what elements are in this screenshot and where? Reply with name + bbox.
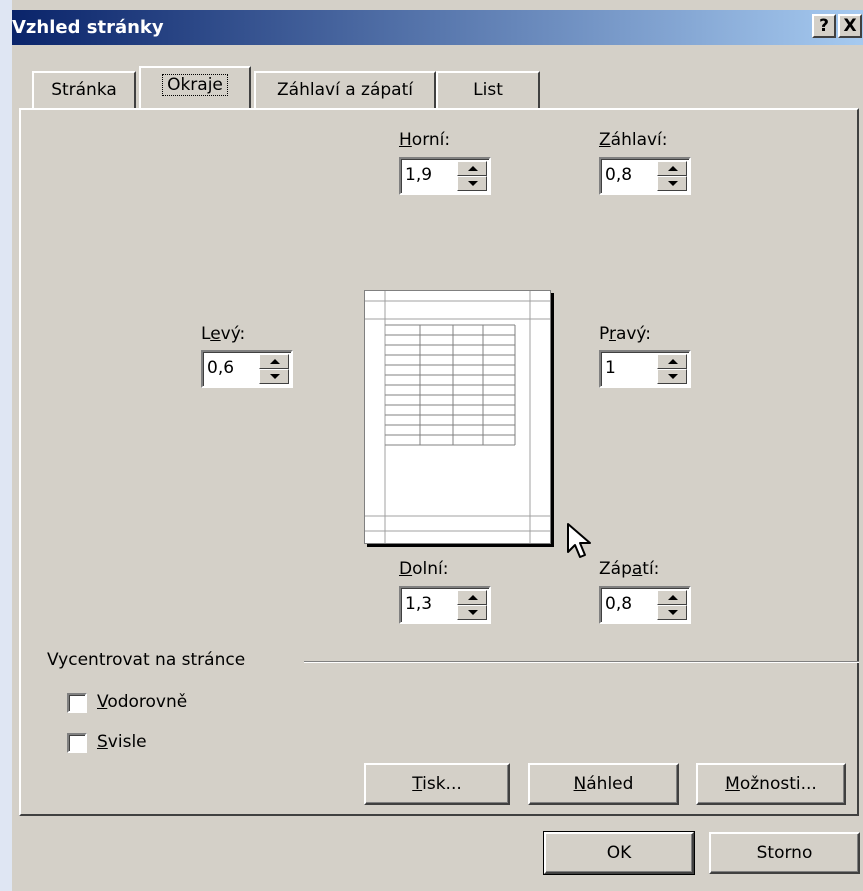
footer-margin-label: Zápatí:	[599, 559, 660, 579]
arrow-down-icon	[468, 610, 478, 615]
arrow-down-icon	[270, 374, 280, 379]
margins-panel: Horní: 1,9 Záhlaví: 0,8 Levý: 0,6 Pravý:…	[19, 108, 859, 816]
ok-button[interactable]: OK	[543, 831, 695, 875]
tab-header-footer-label: Záhlaví a zápatí	[277, 80, 413, 100]
arrow-down-icon	[668, 181, 678, 186]
close-button[interactable]: X	[838, 14, 862, 38]
left-margin-up-button[interactable]	[259, 354, 289, 369]
header-margin-down-button[interactable]	[657, 176, 687, 191]
bottom-margin-value[interactable]: 1,3	[405, 594, 432, 614]
help-button[interactable]: ?	[812, 14, 836, 38]
right-margin-label: Pravý:	[599, 324, 651, 344]
center-group-title: Vycentrovat na stránce	[47, 650, 246, 670]
tab-margins-label: Okraje	[162, 74, 228, 96]
left-margin-down-button[interactable]	[259, 369, 289, 384]
background-window-edge	[0, 0, 12, 891]
page-preview	[364, 290, 551, 544]
right-margin-up-button[interactable]	[657, 354, 687, 369]
bottom-margin-up-button[interactable]	[457, 590, 487, 605]
title-bar: Vzhled stránky ? X	[12, 10, 863, 45]
footer-margin-value[interactable]: 0,8	[605, 594, 632, 614]
bottom-margin-down-button[interactable]	[457, 605, 487, 620]
header-margin-label: Záhlaví:	[599, 130, 668, 150]
arrow-up-icon	[270, 359, 280, 364]
arrow-up-icon	[468, 166, 478, 171]
print-button[interactable]: Tisk...	[364, 763, 510, 805]
page-setup-dialog: Stránka Okraje Záhlaví a zápatí List Hor…	[12, 45, 863, 891]
header-margin-up-button[interactable]	[657, 161, 687, 176]
arrow-down-icon	[668, 374, 678, 379]
page-preview-graphic	[365, 291, 550, 543]
top-margin-label: Horní:	[399, 130, 451, 150]
tab-header-footer[interactable]: Záhlaví a zápatí	[254, 71, 436, 108]
top-margin-up-button[interactable]	[457, 161, 487, 176]
options-button[interactable]: Možnosti...	[696, 763, 846, 805]
arrow-up-icon	[668, 595, 678, 600]
tab-page-label: Stránka	[51, 80, 117, 100]
arrow-down-icon	[668, 610, 678, 615]
group-divider	[304, 661, 859, 663]
header-margin-value[interactable]: 0,8	[605, 165, 632, 185]
horizontally-label[interactable]: Vodorovně	[97, 692, 187, 712]
mouse-cursor-icon	[566, 522, 594, 567]
arrow-up-icon	[668, 359, 678, 364]
tab-page[interactable]: Stránka	[32, 71, 136, 108]
left-margin-label: Levý:	[201, 324, 246, 344]
bottom-margin-spinner[interactable]: 1,3	[399, 586, 491, 624]
left-margin-value[interactable]: 0,6	[207, 358, 234, 378]
tab-sheet-label: List	[473, 80, 503, 100]
top-margin-spinner[interactable]: 1,9	[399, 157, 491, 195]
vertically-checkbox[interactable]	[67, 733, 87, 753]
bottom-margin-label: Dolní:	[399, 559, 449, 579]
arrow-down-icon	[468, 181, 478, 186]
top-margin-down-button[interactable]	[457, 176, 487, 191]
tab-sheet[interactable]: List	[436, 71, 540, 108]
window-title: Vzhled stránky	[12, 17, 164, 38]
footer-margin-spinner[interactable]: 0,8	[599, 586, 691, 624]
arrow-up-icon	[668, 166, 678, 171]
top-margin-value[interactable]: 1,9	[405, 165, 432, 185]
cancel-button[interactable]: Storno	[709, 832, 860, 874]
print-preview-button[interactable]: Náhled	[528, 763, 679, 805]
footer-margin-down-button[interactable]	[657, 605, 687, 620]
right-margin-spinner[interactable]: 1	[599, 350, 691, 388]
arrow-up-icon	[468, 595, 478, 600]
tab-margins[interactable]: Okraje	[139, 66, 251, 108]
vertically-label[interactable]: Svisle	[97, 732, 147, 752]
left-margin-spinner[interactable]: 0,6	[201, 350, 293, 388]
footer-margin-up-button[interactable]	[657, 590, 687, 605]
header-margin-spinner[interactable]: 0,8	[599, 157, 691, 195]
right-margin-value[interactable]: 1	[605, 358, 616, 378]
horizontally-checkbox[interactable]	[67, 693, 87, 713]
right-margin-down-button[interactable]	[657, 369, 687, 384]
